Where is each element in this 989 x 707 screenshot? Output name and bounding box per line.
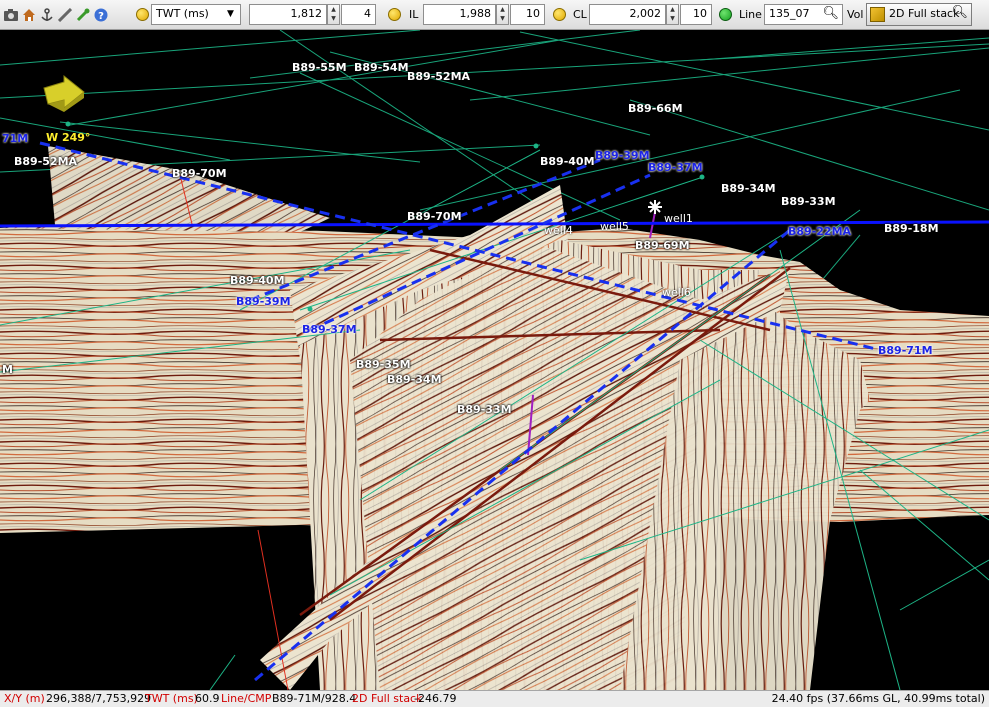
label-b89-70m-mid: B89-70M (407, 210, 462, 223)
label-b89-40m-top: B89-40M (540, 155, 595, 168)
time-value-field[interactable]: 1,812 (249, 4, 327, 25)
label-b89-71m-right: B89-71M (878, 344, 933, 357)
status-vol-label: 2D Full stack (352, 692, 423, 705)
volume-select-button[interactable]: 2D Full stack 🔍︎ (866, 3, 972, 26)
cl-value-field[interactable]: 2,002 (589, 4, 666, 25)
app-window: ? TWT (ms) ▼ 1,812 ▲ ▼ 4 IL 1,988 ▲ ▼ 10 C… (0, 0, 989, 707)
vol-label: Vol (847, 8, 864, 21)
crossline-indicator-icon (553, 8, 566, 21)
home-icon[interactable] (21, 7, 37, 23)
toolbar: ? TWT (ms) ▼ 1,812 ▲ ▼ 4 IL 1,988 ▲ ▼ 10 C… (0, 0, 989, 30)
label-b89-39m-top: B89-39M (595, 149, 650, 162)
volume-search-icon[interactable]: 🔍︎ (951, 5, 968, 20)
il-step-field[interactable]: 10 (510, 4, 545, 25)
status-xy-value: 296,388/7,753,929 (46, 692, 152, 705)
line-label: Line (739, 8, 762, 21)
label-b89-18m: B89-18M (884, 222, 939, 235)
inline-indicator-icon (388, 8, 401, 21)
label-b89-33m-right: B89-33M (781, 195, 836, 208)
help-icon[interactable]: ? (93, 7, 109, 23)
il-step-text: 10 (526, 7, 540, 20)
volume-select-text: 2D Full stack (889, 7, 960, 20)
label-b89-35m: B89-35M (356, 358, 411, 371)
chevron-down-icon: ▼ (227, 9, 234, 19)
label-b89-37m-left: B89-37M (302, 323, 357, 336)
label-well6[interactable]: well6 (660, 286, 693, 299)
label-well1[interactable]: well1 (662, 212, 695, 225)
label-b89-22ma: B89-22MA (788, 225, 852, 238)
label-edge-m: M (2, 363, 13, 376)
domain-indicator-icon (136, 8, 149, 21)
domain-select-value: TWT (ms) (156, 7, 209, 20)
label-b89-34m-right: B89-34M (721, 182, 776, 195)
label-b89-70m-left: B89-70M (172, 167, 227, 180)
ruler-icon[interactable] (57, 7, 73, 23)
navigation-arrow-icon[interactable] (43, 74, 85, 112)
label-b89-55m: B89-55M (292, 61, 347, 74)
il-label: IL (409, 8, 419, 21)
il-spinner[interactable]: ▲ ▼ (496, 4, 509, 25)
label-b89-33m-low: B89-33M (457, 403, 512, 416)
status-vol-value: -246.79 (414, 692, 457, 705)
label-b89-52ma-top: B89-52MA (407, 70, 471, 83)
cl-label: CL (573, 8, 587, 21)
status-linecmp-value: B89-71M/928.4 (272, 692, 357, 705)
label-b89-66m: B89-66M (628, 102, 683, 115)
volume-icon (870, 7, 885, 22)
status-linecmp-label: Line/CMP (221, 692, 272, 705)
status-twt-value: 60.9 (195, 692, 220, 705)
pick-cursor-icon (648, 200, 662, 214)
label-well4[interactable]: well4 (542, 224, 575, 237)
cl-value-text: 2,002 (629, 7, 662, 20)
label-b89-54m: B89-54M (354, 61, 409, 74)
status-xy-label: X/Y (m) (4, 692, 45, 705)
il-value-field[interactable]: 1,988 (423, 4, 496, 25)
time-step-field[interactable]: 4 (341, 4, 376, 25)
label-b89-52ma-left: B89-52MA (14, 155, 78, 168)
line-search-text: 135_07 (769, 7, 810, 20)
line-search-field[interactable]: 135_07 🔍︎ (764, 4, 843, 25)
line-indicator-icon (719, 8, 732, 21)
wrench-icon[interactable] (75, 7, 91, 23)
seismic-3d-viewport[interactable]: B89-55M B89-54M B89-52MA B89-66M 71M W 2… (0, 30, 989, 690)
label-edge-71m: 71M (2, 132, 29, 145)
time-step-text: 4 (364, 7, 371, 20)
time-value-text: 1,812 (290, 7, 323, 20)
status-bar: X/Y (m) 296,388/7,753,929 TWT (ms) 60.9 … (0, 690, 989, 707)
cl-step-text: 10 (693, 7, 707, 20)
il-value-text: 1,988 (459, 7, 492, 20)
label-b89-40m-left: B89-40M (230, 274, 285, 287)
label-b89-69m: B89-69M (635, 239, 690, 252)
label-b89-34m-left: B89-34M (387, 373, 442, 386)
anchor-icon[interactable] (39, 7, 55, 23)
time-spinner[interactable]: ▲ ▼ (327, 4, 340, 25)
domain-select[interactable]: TWT (ms) ▼ (151, 4, 241, 25)
svg-text:?: ? (98, 11, 104, 22)
scene-svg (0, 30, 989, 690)
status-fps: 24.40 fps (37.66ms GL, 40.99ms total) (771, 692, 985, 705)
cl-step-field[interactable]: 10 (680, 4, 712, 25)
camera-icon[interactable] (3, 7, 19, 23)
status-twt-label: TWT (ms) (145, 692, 198, 705)
cl-spinner[interactable]: ▲ ▼ (666, 4, 679, 25)
search-icon[interactable]: 🔍︎ (822, 6, 839, 21)
compass-direction: W 249° (46, 131, 91, 144)
label-well5[interactable]: well5 (598, 220, 631, 233)
label-b89-37m-top: B89-37M (648, 161, 703, 174)
label-b89-39m-left: B89-39M (236, 295, 291, 308)
